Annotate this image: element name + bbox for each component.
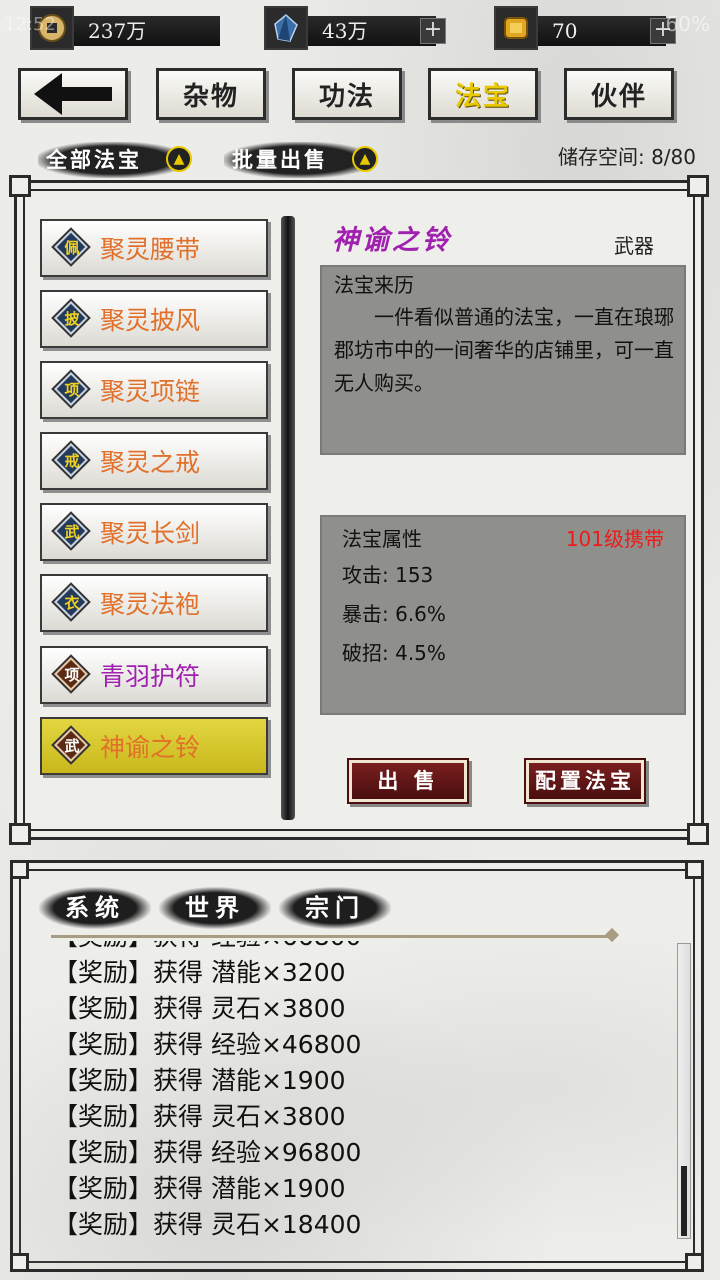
storage-capacity: 储存空间: 8/80 <box>557 145 696 169</box>
item-badge-icon: 武 <box>54 514 88 548</box>
corner-ornament <box>687 823 709 845</box>
gold-value: 70 <box>538 16 666 46</box>
gold-ingot-icon <box>494 6 538 50</box>
tab-skills[interactable]: 功法 <box>292 68 402 120</box>
corner-ornament <box>9 175 31 197</box>
chat-message: 【奖励】获得 灵石×3800 <box>53 994 346 1023</box>
treasure-item[interactable]: 衣 聚灵法袍 <box>40 574 268 632</box>
crit-stat: 暴击: 6.6% <box>342 602 446 626</box>
chat-message-list[interactable]: 【奖励】获得 经验×66800 【奖励】获得 潜能×3200 【奖励】获得 灵石… <box>53 941 663 1241</box>
treasure-item-selected[interactable]: 武 神谕之铃 <box>40 717 268 775</box>
equip-treasure-button[interactable]: 配置法宝 <box>526 760 644 802</box>
item-badge-icon: 项 <box>54 372 88 406</box>
item-name: 神谕之铃 <box>100 733 201 762</box>
treasure-item[interactable]: 项 青羽护符 <box>40 646 268 704</box>
treasure-type: 武器 <box>614 234 654 258</box>
chat-panel: 系统 世界 宗门 【奖励】获得 经验×66800 【奖励】获得 潜能×3200 … <box>10 860 704 1272</box>
origin-description: 一件看似普通的法宝，一直在琅琊郡坊市中的一间奢华的店铺里，可一直无人购买。 <box>334 305 674 395</box>
list-scrollbar[interactable] <box>281 216 295 820</box>
corner-ornament <box>9 823 31 845</box>
corner-ornament <box>685 863 701 879</box>
status-time: 12:52 <box>4 14 56 35</box>
corner-ornament <box>685 1253 701 1269</box>
crystal-value: 43万 <box>308 16 436 46</box>
all-treasures-label: 全部法宝 <box>46 147 142 172</box>
back-arrow-icon <box>34 73 112 115</box>
chat-message: 【奖励】获得 灵石×3800 <box>53 1102 346 1131</box>
treasure-item[interactable]: 武 聚灵长剑 <box>40 503 268 561</box>
tab-misc[interactable]: 杂物 <box>156 68 266 120</box>
corner-ornament <box>13 1253 29 1269</box>
chat-message: 【奖励】获得 潜能×1900 <box>53 1066 346 1095</box>
break-stat: 破招: 4.5% <box>342 641 446 665</box>
chat-message: 【奖励】获得 经验×96800 <box>53 1138 362 1167</box>
attributes-box: 法宝属性 101级携带 攻击: 153 暴击: 6.6% 破招: 4.5% <box>320 515 686 715</box>
all-treasures-filter[interactable]: 全部法宝 ▲ <box>38 142 192 178</box>
item-name: 聚灵披风 <box>100 306 201 335</box>
chat-scrollbar[interactable] <box>677 943 691 1239</box>
tab-treasures[interactable]: 法宝 <box>428 68 538 120</box>
attack-stat: 攻击: 153 <box>342 563 434 587</box>
item-name: 聚灵腰带 <box>100 235 201 264</box>
treasure-item[interactable]: 戒 聚灵之戒 <box>40 432 268 490</box>
corner-ornament <box>13 863 29 879</box>
chat-message: 【奖励】获得 潜能×3200 <box>53 958 346 987</box>
chat-scroll-thumb[interactable] <box>681 1166 687 1236</box>
level-requirement: 101级携带 <box>565 527 664 551</box>
add-crystal-button[interactable]: + <box>420 18 446 44</box>
item-name: 聚灵法袍 <box>100 590 201 619</box>
treasure-item[interactable]: 佩 聚灵腰带 <box>40 219 268 277</box>
chat-tab-system[interactable]: 系统 <box>39 887 151 929</box>
item-name: 聚灵之戒 <box>100 448 201 477</box>
back-button[interactable] <box>18 68 128 120</box>
chat-message: 【奖励】获得 经验×66800 <box>53 941 663 955</box>
item-badge-icon: 武 <box>54 728 88 762</box>
status-bar: 60% <box>666 12 710 36</box>
treasure-title: 神谕之铃 <box>332 225 452 256</box>
arrow-up-icon: ▲ <box>352 146 378 172</box>
origin-label: 法宝来历 <box>334 273 414 297</box>
bulk-sell-button[interactable]: 批量出售 ▲ <box>224 142 378 178</box>
resource-crystal: 43万 + <box>264 6 450 50</box>
arrow-up-icon: ▲ <box>166 146 192 172</box>
chat-tab-world[interactable]: 世界 <box>159 887 271 929</box>
item-badge-icon: 衣 <box>54 585 88 619</box>
treasure-item[interactable]: 项 聚灵项链 <box>40 361 268 419</box>
tab-partners[interactable]: 伙伴 <box>564 68 674 120</box>
item-name: 青羽护符 <box>100 662 201 691</box>
item-name: 聚灵长剑 <box>100 519 201 548</box>
item-badge-icon: 项 <box>54 657 88 691</box>
item-badge-icon: 佩 <box>54 230 88 264</box>
attributes-label: 法宝属性 <box>342 527 422 551</box>
origin-box: 法宝来历 一件看似普通的法宝，一直在琅琊郡坊市中的一间奢华的店铺里，可一直无人购… <box>320 265 686 455</box>
bulk-sell-label: 批量出售 <box>232 147 328 172</box>
chat-tab-sect[interactable]: 宗门 <box>279 887 391 929</box>
sell-button[interactable]: 出 售 <box>349 760 467 802</box>
chat-message: 【奖励】获得 潜能×1900 <box>53 1174 346 1203</box>
crystal-icon <box>264 6 308 50</box>
chat-message: 【奖励】获得 经验×46800 <box>53 1030 362 1059</box>
treasure-item[interactable]: 披 聚灵披风 <box>40 290 268 348</box>
resource-gold: 70 + <box>494 6 680 50</box>
item-badge-icon: 披 <box>54 301 88 335</box>
item-name: 聚灵项链 <box>100 377 201 406</box>
battery-level: 60% <box>665 12 710 36</box>
chat-divider <box>51 935 611 938</box>
item-badge-icon: 戒 <box>54 443 88 477</box>
coin-value: 237万 <box>74 16 220 46</box>
corner-ornament <box>687 175 709 197</box>
chat-message: 【奖励】获得 灵石×18400 <box>53 1210 362 1239</box>
